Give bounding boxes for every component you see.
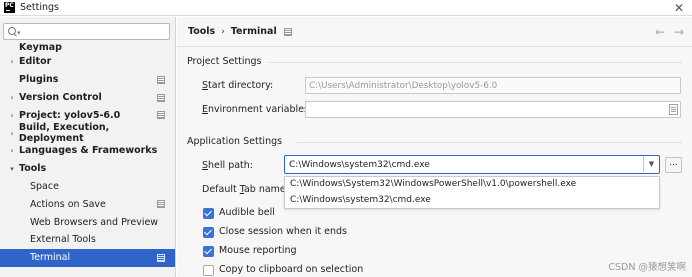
watermark: CSDN @猿想笑啊	[608, 262, 686, 273]
checkbox-audible-bell[interactable]	[203, 208, 214, 219]
sidebar-item-terminal[interactable]: Terminal	[0, 248, 175, 267]
settings-tree: Keymap › Editor Plugins › Version Control › Pro…	[0, 43, 175, 267]
sidebar-item-label: Keymap	[19, 43, 62, 53]
shell-path-combobox[interactable]: C:\Windows\system32\cmd.exe ▼	[284, 155, 660, 174]
sidebar-item-space[interactable]: Space	[0, 178, 175, 196]
chevron-down-icon[interactable]: ▾	[7, 165, 17, 173]
checkbox-close-session-when-it-ends[interactable]	[203, 227, 214, 238]
checkbox-label[interactable]: Close session when it ends	[219, 226, 347, 237]
chevron-down-icon[interactable]: ▼	[643, 156, 659, 172]
close-icon[interactable]: ✕	[674, 1, 684, 15]
sidebar-item-label: Project: yolov5-6.0	[19, 109, 121, 121]
checkbox-label[interactable]: Audible bell	[219, 207, 275, 218]
project-scope-icon	[157, 93, 165, 102]
sidebar-item-label: Terminal	[30, 252, 71, 264]
project-scope-icon	[157, 111, 165, 120]
sidebar-item-label: Web Browsers and Preview	[30, 216, 159, 228]
search-icon	[8, 26, 18, 37]
breadcrumb-terminal: Terminal	[230, 26, 277, 37]
sidebar-item-label: Languages & Frameworks	[19, 145, 158, 157]
forward-arrow-icon[interactable]: →	[674, 25, 684, 39]
chevron-right-icon[interactable]: ›	[7, 93, 17, 102]
checkbox-label[interactable]: Mouse reporting	[219, 245, 297, 256]
sidebar-item-web-browsers-and-preview[interactable]: Web Browsers and Preview	[0, 213, 175, 231]
dropdown-option-cmd[interactable]: C:\Windows\system32\cmd.exe	[285, 193, 659, 209]
sidebar-item-label: External Tools	[30, 234, 96, 246]
chevron-right-icon[interactable]: ›	[7, 146, 17, 155]
shell-path-dropdown: C:\Windows\System32\WindowsPowerShell\v1…	[284, 176, 660, 209]
sidebar-item-tools[interactable]: ▾ Tools	[0, 160, 175, 178]
default-tab-name-label: Default Tab name:	[202, 184, 289, 195]
project-settings-title: Project Settings	[187, 56, 262, 67]
settings-sidebar: ▾ Keymap › Editor Plugins › Version Control › P…	[0, 17, 176, 277]
project-scope-icon	[283, 27, 292, 36]
back-arrow-icon[interactable]: ←	[655, 25, 665, 39]
browse-button[interactable]: ...	[665, 157, 682, 173]
settings-content: Tools › Terminal ← → Project Settings St…	[177, 17, 692, 277]
project-scope-icon	[157, 75, 165, 84]
divider	[269, 62, 682, 63]
pycharm-logo-icon: PC	[4, 2, 15, 13]
sidebar-item-external-tools[interactable]: External Tools	[0, 231, 175, 249]
sidebar-item-label: Version Control	[19, 91, 102, 103]
checkbox-copy-to-clipboard-on-selection[interactable]	[203, 265, 214, 276]
chevron-right-icon[interactable]: ›	[7, 111, 17, 120]
sidebar-item-label: Plugins	[19, 74, 59, 86]
project-scope-icon	[157, 200, 165, 209]
shell-path-label: Shell path:	[202, 160, 253, 171]
sidebar-item-label: Tools	[19, 163, 47, 175]
sidebar-item-label: Build, Execution, Deployment	[18, 122, 110, 145]
sidebar-item-actions-on-save[interactable]: Actions on Save	[0, 195, 175, 213]
chevron-right-icon[interactable]: ›	[7, 57, 17, 66]
breadcrumb-tools[interactable]: Tools	[188, 26, 215, 37]
start-directory-label: Start directory:	[202, 80, 274, 91]
window-title: Settings	[20, 2, 59, 13]
edit-variables-icon[interactable]	[669, 104, 678, 115]
checkbox-mouse-reporting[interactable]	[203, 246, 214, 257]
sidebar-item-editor[interactable]: › Editor	[0, 53, 175, 71]
breadcrumb: Tools › Terminal ← →	[177, 17, 692, 47]
project-scope-icon	[157, 253, 165, 262]
checkbox-label[interactable]: Copy to clipboard on selection	[219, 264, 363, 275]
application-settings-title: Application Settings	[187, 136, 283, 147]
chevron-right-icon[interactable]: ›	[7, 129, 17, 138]
sidebar-item-label: Actions on Save	[30, 198, 106, 210]
title-bar: PC Settings ✕	[0, 0, 692, 16]
sidebar-item-version-control[interactable]: › Version Control	[0, 89, 175, 107]
sidebar-item-keymap[interactable]: Keymap	[0, 43, 175, 53]
environment-variables-field[interactable]	[305, 101, 681, 118]
divider	[297, 142, 682, 143]
sidebar-item-label: Editor	[19, 56, 52, 68]
sidebar-item-languages-frameworks[interactable]: › Languages & Frameworks	[0, 142, 175, 160]
sidebar-item-plugins[interactable]: Plugins	[0, 71, 175, 89]
settings-search[interactable]: ▾	[3, 23, 170, 40]
shell-path-value[interactable]: C:\Windows\system32\cmd.exe	[289, 160, 430, 170]
start-directory-field[interactable]	[305, 77, 681, 94]
dropdown-option-powershell[interactable]: C:\Windows\System32\WindowsPowerShell\v1…	[285, 177, 659, 193]
sidebar-item-build-execution-deployment[interactable]: › Build, Execution, Deployment	[0, 122, 175, 145]
sidebar-item-label: Space	[30, 180, 59, 192]
breadcrumb-separator: ›	[221, 26, 225, 37]
search-input[interactable]	[23, 24, 169, 39]
environment-variables-label: Environment variables:	[202, 104, 313, 115]
